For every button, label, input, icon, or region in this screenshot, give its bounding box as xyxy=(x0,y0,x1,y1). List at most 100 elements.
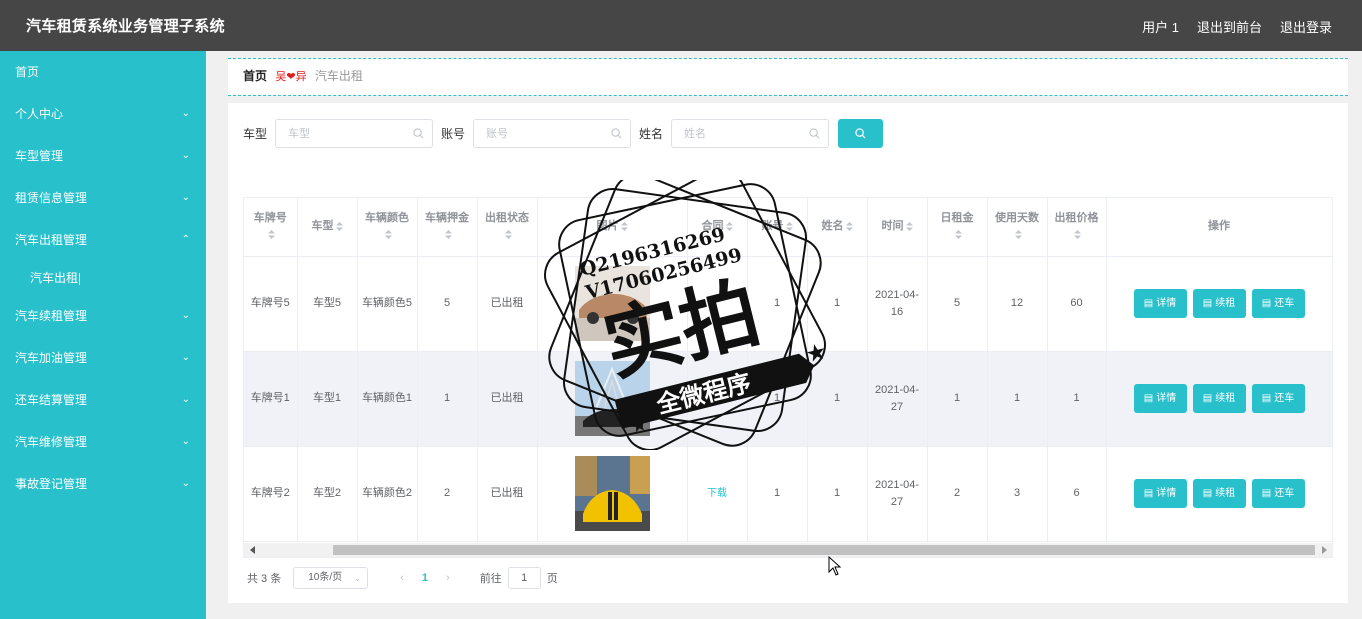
column-header[interactable]: 姓名 xyxy=(807,198,868,257)
table-row: 车牌号5 车型5 车辆颜色5 5 已出租 1 1 2021-04-16 5 12… xyxy=(244,256,1332,352)
car-image-cell xyxy=(537,351,688,447)
car-type-field xyxy=(275,119,434,148)
car-image-cell xyxy=(537,256,688,352)
sidebar-item-return[interactable]: 还车结算管理 ⌄ xyxy=(0,379,206,421)
sort-icon xyxy=(335,221,343,231)
renew-button[interactable]: ▤ 续租 xyxy=(1192,479,1246,508)
sort-icon xyxy=(1014,230,1022,240)
detail-button[interactable]: ▤ 详情 xyxy=(1133,384,1187,413)
return-button[interactable]: ▤ 还车 xyxy=(1251,479,1305,508)
sort-icon xyxy=(504,230,512,240)
breadcrumb-home[interactable]: 首页 xyxy=(243,69,267,83)
return-button[interactable]: ▤ 还车 xyxy=(1251,384,1305,413)
chevron-up-icon: ⌃ xyxy=(181,234,190,245)
renew-button[interactable]: ▤ 续租 xyxy=(1192,289,1246,318)
prev-page-icon[interactable]: ‹ xyxy=(400,572,404,584)
sidebar-item-rental-info[interactable]: 租赁信息管理 ⌄ xyxy=(0,177,206,219)
rental-table: 车牌号 车型 车辆颜色 车辆押金 出租状态 图片 合同 账号 姓名 时间 日租金… xyxy=(243,197,1333,558)
top-header: 汽车租赁系统业务管理子系统 用户 1 退出到前台 退出登录 xyxy=(0,0,1362,51)
chevron-down-icon: ⌄ xyxy=(181,394,190,405)
column-header-ops: 操作 xyxy=(1106,198,1332,257)
scrollbar-thumb[interactable] xyxy=(333,545,1315,555)
search-icon xyxy=(611,128,622,139)
column-header[interactable]: 车辆押金 xyxy=(417,198,478,257)
sidebar-item-repair[interactable]: 汽车维修管理 ⌄ xyxy=(0,421,206,463)
download-link[interactable]: 下载 xyxy=(707,488,727,499)
name-field xyxy=(671,119,830,148)
search-icon xyxy=(855,128,866,139)
document-icon: ▤ xyxy=(1261,298,1272,309)
ops-cell: ▤ 详情 ▤ 续租 ▤ 还车 xyxy=(1106,446,1332,542)
sort-icon xyxy=(267,230,275,240)
sort-icon xyxy=(954,230,962,240)
column-header[interactable]: 日租金 xyxy=(927,198,988,257)
sidebar-item-profile[interactable]: 个人中心 ⌄ xyxy=(0,93,206,135)
search-icon xyxy=(809,128,820,139)
name-input[interactable] xyxy=(672,120,829,147)
page-number[interactable]: 1 xyxy=(422,572,428,584)
column-header[interactable]: 车型 xyxy=(297,198,358,257)
table-row: 车牌号2 车型2 车辆颜色2 2 已出租 下载 1 1 2021-04-27 2… xyxy=(244,446,1332,542)
account-field xyxy=(473,119,632,148)
chevron-down-icon: ⌄ xyxy=(181,436,190,447)
table-row: 车牌号1 车型1 车辆颜色1 1 已出租 1 1 2021-04-27 1 1 … xyxy=(244,351,1332,447)
column-header[interactable]: 车牌号 xyxy=(244,198,298,257)
column-header[interactable]: 出租状态 xyxy=(477,198,538,257)
sidebar: 首页 个人中心 ⌄ 车型管理 ⌄ 租赁信息管理 ⌄ 汽车出租管理 ⌃ 汽车出租 汽车续租… xyxy=(0,51,206,619)
logout-link[interactable]: 退出登录 xyxy=(1280,17,1332,36)
sort-icon xyxy=(845,221,853,231)
document-icon: ▤ xyxy=(1202,393,1213,404)
chevron-down-icon: ⌄ xyxy=(181,352,190,363)
page-size-select[interactable]: 10条/页 ⌄ xyxy=(293,567,369,589)
column-header[interactable]: 出租价格 xyxy=(1047,198,1107,257)
heart-separator-icon: 吴❤异 xyxy=(275,71,307,83)
column-header[interactable]: 账号 xyxy=(747,198,808,257)
document-icon: ▤ xyxy=(1143,393,1154,404)
user-menu[interactable]: 用户 1 xyxy=(1142,17,1179,36)
sidebar-item-renewal[interactable]: 汽车续租管理 ⌄ xyxy=(0,295,206,337)
search-button[interactable] xyxy=(838,119,884,148)
sidebar-subitem-car-rental[interactable]: 汽车出租 xyxy=(0,261,206,295)
car-photo xyxy=(574,266,650,341)
sidebar-item-accident[interactable]: 事故登记管理 ⌄ xyxy=(0,463,206,505)
name-label: 姓名 xyxy=(639,127,664,141)
page-suffix: 页 xyxy=(546,573,558,585)
column-header[interactable]: 时间 xyxy=(867,198,928,257)
sort-icon xyxy=(1074,230,1081,240)
pagination: 共 3 条 10条/页 ⌄ ‹ 1 › 前往 1 页 xyxy=(247,567,558,589)
column-header[interactable]: 合同 xyxy=(687,198,748,257)
detail-button[interactable]: ▤ 详情 xyxy=(1133,479,1187,508)
scroll-left-icon[interactable] xyxy=(250,546,255,554)
sort-icon xyxy=(620,221,628,231)
detail-button[interactable]: ▤ 详情 xyxy=(1133,289,1187,318)
sidebar-item-car-types[interactable]: 车型管理 ⌄ xyxy=(0,135,206,177)
chevron-down-icon: ⌄ xyxy=(181,108,190,119)
next-page-icon[interactable]: › xyxy=(446,572,450,584)
return-button[interactable]: ▤ 还车 xyxy=(1251,289,1305,318)
sidebar-item-car-rental[interactable]: 汽车出租管理 ⌃ xyxy=(0,219,206,261)
text-caret xyxy=(79,272,81,285)
horizontal-scrollbar[interactable] xyxy=(243,543,1333,557)
chevron-down-icon: ⌄ xyxy=(353,573,362,583)
to-front-link[interactable]: 退出到前台 xyxy=(1197,17,1262,36)
document-icon: ▤ xyxy=(1202,298,1213,309)
app-title: 汽车租赁系统业务管理子系统 xyxy=(26,18,225,35)
search-bar: 车型 账号 姓名 xyxy=(243,119,884,148)
sidebar-item-home[interactable]: 首页 xyxy=(0,51,206,93)
column-header[interactable]: 使用天数 xyxy=(987,198,1048,257)
document-icon: ▤ xyxy=(1143,298,1154,309)
scroll-right-icon[interactable] xyxy=(1322,546,1327,554)
car-image-cell xyxy=(537,446,688,542)
column-header[interactable]: 车辆颜色 xyxy=(357,198,418,257)
account-input[interactable] xyxy=(474,120,631,147)
renew-button[interactable]: ▤ 续租 xyxy=(1192,384,1246,413)
search-icon xyxy=(413,128,424,139)
sidebar-item-refuel[interactable]: 汽车加油管理 ⌄ xyxy=(0,337,206,379)
total-count: 共 3 条 xyxy=(247,573,282,585)
ops-cell: ▤ 详情 ▤ 续租 ▤ 还车 xyxy=(1106,351,1332,447)
goto-label: 前往 xyxy=(479,573,502,585)
column-header[interactable]: 图片 xyxy=(537,198,688,257)
goto-page-input[interactable]: 1 xyxy=(507,567,541,589)
car-type-input[interactable] xyxy=(276,120,433,147)
contract-cell: 下载 xyxy=(687,446,748,542)
